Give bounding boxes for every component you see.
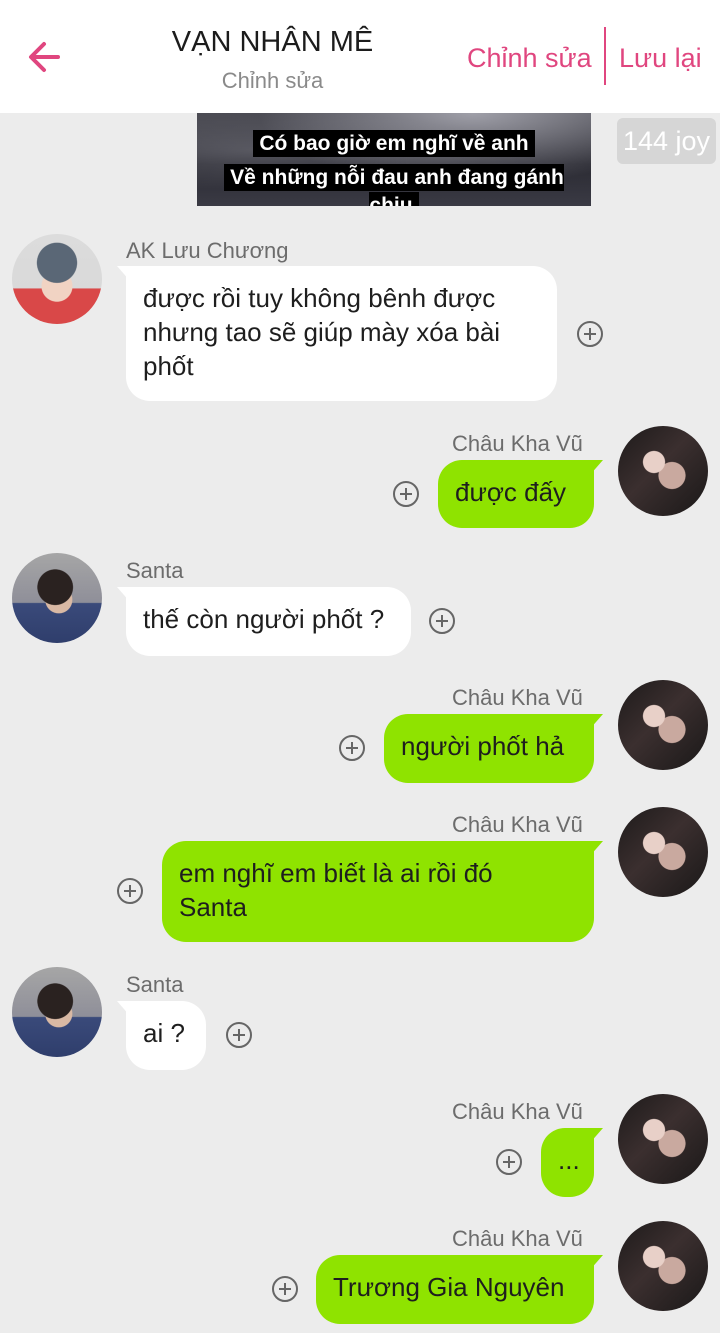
edit-button[interactable]: Chỉnh sửa bbox=[467, 43, 592, 74]
message-text-line: Trương Gia Nguyên bbox=[333, 1272, 565, 1302]
avatar[interactable] bbox=[12, 967, 102, 1057]
message-text-line: nhưng tao sẽ giúp mày xóa bài bbox=[143, 317, 501, 347]
avatar[interactable] bbox=[618, 680, 708, 770]
message-text-line: phốt bbox=[143, 351, 194, 381]
sender-name: Châu Kha Vũ bbox=[452, 685, 583, 710]
message-text-line: ... bbox=[558, 1145, 580, 1175]
avatar[interactable] bbox=[618, 426, 708, 516]
add-reaction-icon[interactable] bbox=[272, 1276, 298, 1302]
header-divider bbox=[604, 27, 606, 85]
message-bubble[interactable]: được rồi tuy không bênh được nhưng tao s… bbox=[117, 266, 557, 401]
message-bubble[interactable]: Trương Gia Nguyên bbox=[316, 1255, 603, 1324]
sender-name: Santa bbox=[126, 558, 184, 583]
joy-badge[interactable]: 144 joy bbox=[617, 118, 716, 164]
message-text-line: ai ? bbox=[143, 1018, 185, 1048]
message-text-line: em nghĩ em biết là ai rồi đó bbox=[179, 858, 493, 888]
add-reaction-icon[interactable] bbox=[577, 321, 603, 347]
message-text-line: Santa bbox=[179, 892, 247, 922]
add-reaction-icon[interactable] bbox=[393, 481, 419, 507]
message-text-line: được rồi tuy không bênh được bbox=[143, 283, 496, 313]
message-bubble[interactable]: thế còn người phốt ? bbox=[117, 587, 411, 656]
add-reaction-icon[interactable] bbox=[339, 735, 365, 761]
image-caption-line-2: Về những nỗi đau anh đang gánh chịu bbox=[197, 164, 591, 206]
chat-subtitle: Chỉnh sửa bbox=[221, 68, 324, 93]
chat-area[interactable]: Có bao giờ em nghĩ về anh Về những nỗi đ… bbox=[0, 113, 720, 1333]
add-reaction-icon[interactable] bbox=[496, 1149, 522, 1175]
sender-name: Santa bbox=[126, 972, 184, 997]
message-bubble[interactable]: ai ? bbox=[117, 1001, 206, 1070]
message-text-line: người phốt hả bbox=[401, 731, 565, 761]
sender-name: Châu Kha Vũ bbox=[452, 1226, 583, 1251]
top-bar: VẠN NHÂN MÊ Chỉnh sửa Chỉnh sửa Lưu lại bbox=[0, 0, 720, 113]
avatar[interactable] bbox=[618, 1094, 708, 1184]
avatar[interactable] bbox=[618, 807, 708, 897]
sender-name: AK Lưu Chương bbox=[126, 238, 289, 263]
message-text-line: được đấy bbox=[455, 477, 567, 507]
avatar[interactable] bbox=[12, 234, 102, 324]
message-bubble[interactable]: người phốt hả bbox=[384, 714, 603, 783]
message-text-line: thế còn người phốt ? bbox=[143, 604, 385, 634]
sender-name: Châu Kha Vũ bbox=[452, 1099, 583, 1124]
add-reaction-icon[interactable] bbox=[226, 1022, 252, 1048]
message-bubble[interactable]: được đấy bbox=[438, 460, 603, 528]
image-caption-line-1: Có bao giờ em nghĩ về anh bbox=[197, 130, 591, 158]
add-reaction-icon[interactable] bbox=[117, 878, 143, 904]
chat-title: VẠN NHÂN MÊ bbox=[171, 26, 374, 58]
add-reaction-icon[interactable] bbox=[429, 608, 455, 634]
message-bubble[interactable]: em nghĩ em biết là ai rồi đó Santa bbox=[162, 841, 603, 942]
message-bubble[interactable]: ... bbox=[541, 1128, 603, 1197]
image-message[interactable]: Có bao giờ em nghĩ về anh Về những nỗi đ… bbox=[197, 113, 591, 206]
avatar[interactable] bbox=[12, 553, 102, 643]
sender-name: Châu Kha Vũ bbox=[452, 812, 583, 837]
avatar[interactable] bbox=[618, 1221, 708, 1311]
save-button[interactable]: Lưu lại bbox=[619, 43, 702, 74]
sender-name: Châu Kha Vũ bbox=[452, 431, 583, 456]
